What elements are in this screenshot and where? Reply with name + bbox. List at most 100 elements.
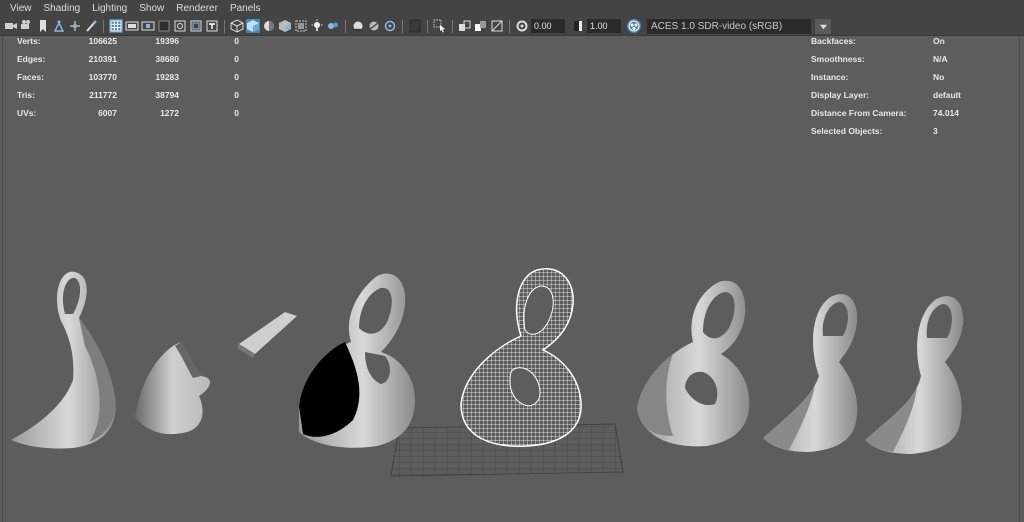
wireframe-icon[interactable]: [230, 19, 244, 33]
hud-row-selected-objects: Selected Objects: 3: [811, 126, 1011, 138]
hud-value: 19396: [155, 36, 179, 46]
hud-object-details: Backfaces: On Smoothness: N/A Instance: …: [811, 36, 1011, 144]
panel-menubar: View Shading Lighting Show Renderer Pane…: [0, 0, 1024, 17]
anti-alias-icon[interactable]: [367, 19, 381, 33]
hud-row-verts: Verts: 106625 19396 0: [17, 36, 257, 48]
hud-value: 103770: [88, 72, 117, 82]
hud-value: default: [933, 90, 961, 100]
hud-value: 74.014: [933, 108, 959, 118]
hud-value: 6007: [98, 108, 117, 118]
hud-value: 0: [234, 36, 239, 46]
hud-value: 3: [933, 126, 938, 136]
image-plane-icon[interactable]: [52, 19, 66, 33]
film-gate-icon[interactable]: [125, 19, 139, 33]
toolbar-separator: [103, 19, 104, 33]
model-4-wireframe[interactable]: [460, 268, 582, 447]
toolbar-separator: [509, 19, 510, 33]
menu-shading[interactable]: Shading: [38, 0, 87, 17]
color-management-icon[interactable]: [627, 19, 641, 33]
dropdown-arrow-icon[interactable]: [815, 18, 831, 34]
gamma-icon[interactable]: [571, 19, 585, 33]
hud-value: N/A: [933, 54, 948, 64]
hud-value: 210391: [88, 54, 117, 64]
menu-lighting[interactable]: Lighting: [86, 0, 133, 17]
toolbar-separator: [224, 19, 225, 33]
safe-action-icon[interactable]: [189, 19, 203, 33]
hud-value: 1272: [160, 108, 179, 118]
model-7[interactable]: [865, 296, 964, 454]
hud-value: 106625: [88, 36, 117, 46]
hud-value: 0: [234, 108, 239, 118]
model-6[interactable]: [763, 294, 858, 452]
hud-value: 0: [234, 54, 239, 64]
3d-viewport[interactable]: Verts: 106625 19396 0 Edges: 210391 3868…: [2, 36, 1020, 522]
shadows-icon[interactable]: [278, 19, 292, 33]
bookmark-icon[interactable]: [36, 19, 50, 33]
smooth-shade-icon[interactable]: [246, 19, 260, 33]
safe-title-icon[interactable]: [205, 19, 219, 33]
hud-label: Faces:: [17, 72, 44, 82]
hud-row-backfaces: Backfaces: On: [811, 36, 1011, 48]
hud-label: UVs:: [17, 108, 37, 118]
menu-show[interactable]: Show: [133, 0, 170, 17]
model-3[interactable]: [299, 273, 415, 448]
exposure-input[interactable]: [531, 19, 565, 33]
select-camera-icon[interactable]: [433, 19, 447, 33]
model-1[interactable]: [11, 271, 116, 449]
hud-value: 211772: [89, 90, 117, 100]
hud-row-edges: Edges: 210391 38680 0: [17, 54, 257, 66]
motion-blur-icon[interactable]: [351, 19, 365, 33]
gamma-input[interactable]: [587, 19, 621, 33]
hud-row-distance: Distance From Camera: 74.014: [811, 108, 1011, 120]
camera-attributes-icon[interactable]: [20, 19, 34, 33]
hud-row-tris: Tris: 211772 38794 0: [17, 90, 257, 102]
hud-label: Tris:: [17, 90, 35, 100]
toolbar-separator: [452, 19, 453, 33]
menu-renderer[interactable]: Renderer: [170, 0, 224, 17]
xray-icon[interactable]: [294, 19, 308, 33]
xray-joints-icon[interactable]: [458, 19, 472, 33]
hud-row-display-layer: Display Layer: default: [811, 90, 1011, 102]
hud-value: 38680: [155, 54, 179, 64]
xray-active-icon[interactable]: [474, 19, 488, 33]
hud-value: 0: [234, 90, 239, 100]
toolbar-separator: [402, 19, 403, 33]
lights-icon[interactable]: [310, 19, 324, 33]
hud-label: Distance From Camera:: [811, 108, 907, 118]
model-5[interactable]: [637, 280, 750, 447]
isolate-select-icon[interactable]: [408, 19, 422, 33]
hud-row-uvs: UVs: 6007 1272 0: [17, 108, 257, 120]
hud-label: Verts:: [17, 36, 41, 46]
hud-label: Edges:: [17, 54, 46, 64]
default-material-icon[interactable]: [262, 19, 276, 33]
hud-value: On: [933, 36, 945, 46]
model-2[interactable]: [135, 312, 297, 435]
hud-row-smoothness: Smoothness: N/A: [811, 54, 1011, 66]
2d-pan-zoom-icon[interactable]: [84, 19, 98, 33]
hud-label: Selected Objects:: [811, 126, 883, 136]
hud-value: 38794: [155, 90, 179, 100]
depth-of-field-icon[interactable]: [383, 19, 397, 33]
backface-culling-icon[interactable]: [490, 19, 504, 33]
field-chart-icon[interactable]: [173, 19, 187, 33]
toolbar-separator: [427, 19, 428, 33]
ambient-occlusion-icon[interactable]: [326, 19, 340, 33]
hud-value: 19283: [155, 72, 179, 82]
viewport-toolbar: ACES 1.0 SDR-video (sRGB): [0, 17, 1024, 36]
menu-view[interactable]: View: [4, 0, 38, 17]
grease-pencil-icon[interactable]: [68, 19, 82, 33]
hud-label: Smoothness:: [811, 54, 865, 64]
exposure-icon[interactable]: [515, 19, 529, 33]
gate-mask-icon[interactable]: [157, 19, 171, 33]
camera-icon[interactable]: [4, 19, 18, 33]
hud-row-faces: Faces: 103770 19283 0: [17, 72, 257, 84]
hud-label: Display Layer:: [811, 90, 870, 100]
hud-label: Backfaces:: [811, 36, 856, 46]
hud-value: 0: [234, 72, 239, 82]
color-space-dropdown[interactable]: ACES 1.0 SDR-video (sRGB): [647, 18, 811, 34]
resolution-gate-icon[interactable]: [141, 19, 155, 33]
hud-value: No: [933, 72, 945, 82]
menu-panels[interactable]: Panels: [224, 0, 267, 17]
grid-icon[interactable]: [109, 19, 123, 33]
toolbar-separator: [345, 19, 346, 33]
